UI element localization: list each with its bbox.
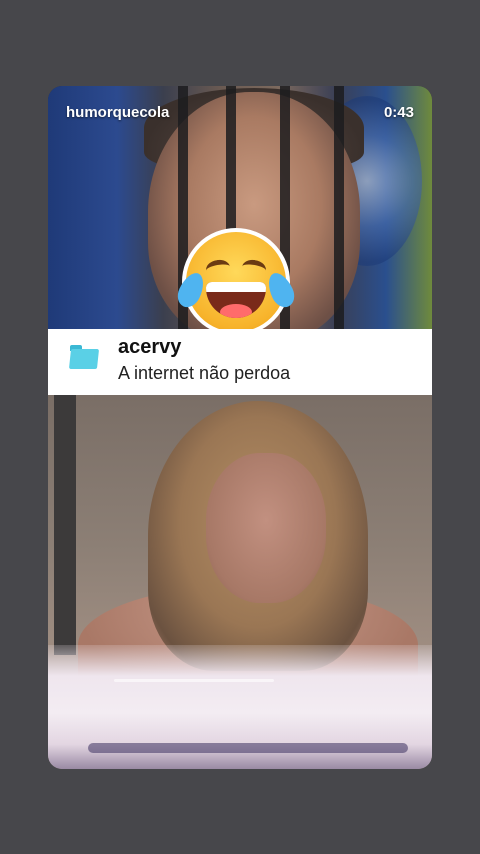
motion-blur-overlay — [48, 645, 432, 769]
bottom-photo — [48, 395, 432, 769]
caption-band: acervy A internet não perdoa — [48, 329, 432, 395]
caption-account: acervy — [118, 336, 182, 358]
folder-icon — [68, 345, 100, 369]
story-card[interactable]: humorquecola 0:43 acervy A internet não … — [48, 86, 432, 769]
video-progress-bar[interactable] — [114, 679, 274, 682]
crying-laughing-emoji-icon — [173, 224, 299, 340]
story-username[interactable]: humorquecola — [66, 104, 169, 121]
woman-face — [206, 453, 326, 603]
top-photo: humorquecola 0:43 — [48, 86, 432, 342]
door-frame — [54, 395, 76, 655]
caption-text: A internet não perdoa — [118, 363, 291, 383]
window-bar — [334, 86, 344, 329]
story-timer: 0:43 — [383, 104, 414, 121]
